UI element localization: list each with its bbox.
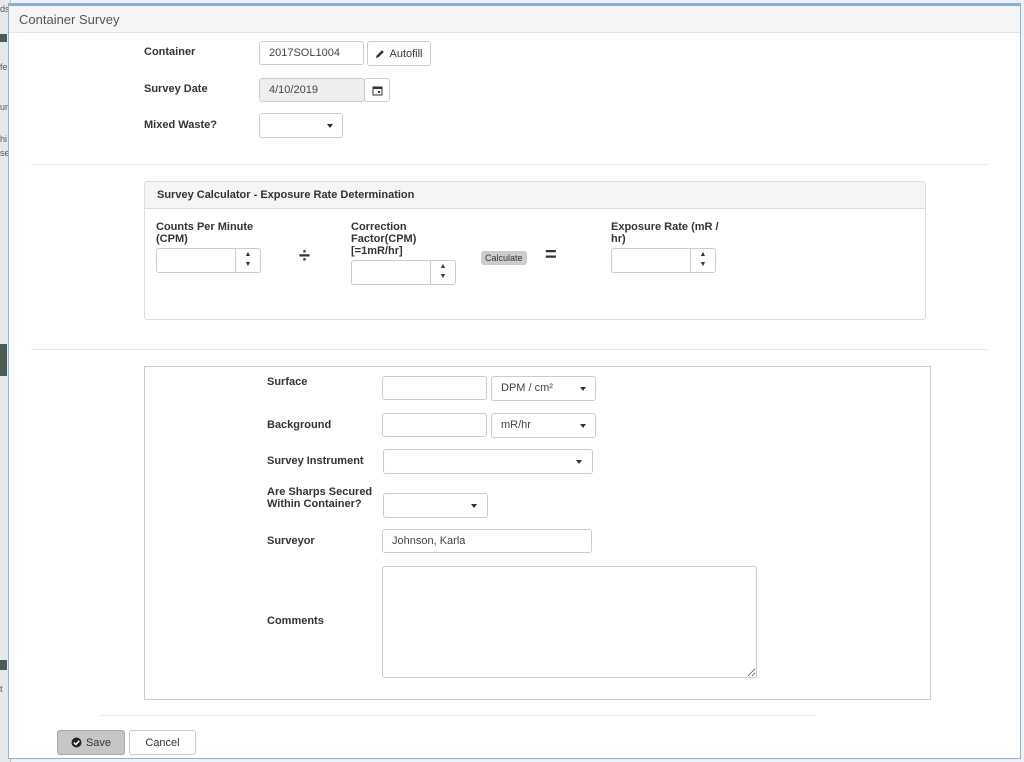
background-block: [0, 344, 7, 376]
background-text: t: [0, 684, 3, 694]
background-input[interactable]: [382, 413, 487, 437]
calculate-button[interactable]: Calculate: [481, 251, 527, 265]
surface-label: Surface: [267, 376, 308, 388]
cpm-label: Counts Per Minute (CPM): [156, 221, 254, 245]
dialog-title: Container Survey: [19, 12, 120, 27]
divider: [31, 349, 987, 350]
autofill-button[interactable]: Autofill: [367, 41, 431, 66]
survey-instrument-label: Survey Instrument: [267, 455, 364, 467]
survey-date-input[interactable]: 4/10/2019: [259, 78, 365, 102]
chevron-down-icon: [327, 124, 333, 128]
pencil-icon: [376, 49, 385, 58]
survey-calculator-panel: Survey Calculator - Exposure Rate Determ…: [144, 181, 926, 320]
comments-textarea[interactable]: [382, 566, 757, 678]
survey-date-label: Survey Date: [144, 83, 208, 95]
autofill-label: Autofill: [389, 47, 423, 60]
divider: [101, 715, 815, 716]
comments-label: Comments: [267, 615, 324, 627]
equals-icon: =: [545, 244, 557, 266]
save-label: Save: [85, 736, 112, 749]
survey-instrument-select[interactable]: [383, 449, 593, 474]
background-text: hi: [0, 134, 8, 144]
dialog-titlebar: Container Survey: [9, 6, 1020, 33]
chevron-down-icon: [576, 460, 582, 464]
surveyor-label: Surveyor: [267, 535, 315, 547]
background-block: [0, 34, 7, 42]
background-label: Background: [267, 419, 332, 431]
surface-input[interactable]: [382, 376, 487, 400]
divider: [31, 164, 987, 165]
correction-factor-label: Correction Factor(CPM) [=1mR/hr]: [351, 221, 417, 257]
panel-title: Survey Calculator - Exposure Rate Determ…: [157, 189, 415, 201]
chevron-down-icon: [580, 387, 586, 391]
panel-header: Survey Calculator - Exposure Rate Determ…: [145, 182, 925, 209]
exposure-rate-input[interactable]: ▲ ▼: [611, 248, 716, 273]
background-block: [0, 660, 7, 670]
correction-factor-input[interactable]: ▲ ▼: [351, 260, 456, 285]
mixed-waste-label: Mixed Waste?: [144, 119, 217, 131]
spinner[interactable]: ▲ ▼: [430, 261, 455, 285]
background-text: fe: [0, 62, 8, 72]
exposure-rate-label: Exposure Rate (mR / hr): [611, 221, 719, 245]
surveyor-input[interactable]: Johnson, Karla: [382, 529, 592, 553]
spinner[interactable]: ▲ ▼: [235, 249, 260, 273]
cpm-input[interactable]: ▲ ▼: [156, 248, 261, 273]
chevron-down-icon: [580, 424, 586, 428]
calendar-icon: [372, 86, 382, 95]
calendar-button[interactable]: [364, 78, 390, 102]
container-label: Container: [144, 46, 196, 58]
container-survey-dialog: Container Survey Container 2017SOL1004 A…: [8, 3, 1021, 759]
spinner[interactable]: ▲ ▼: [690, 249, 715, 273]
save-button[interactable]: Save: [57, 730, 125, 755]
chevron-down-icon: [471, 504, 477, 508]
check-circle-icon: [71, 737, 82, 748]
divide-icon: ÷: [299, 245, 310, 267]
sharps-label: Are Sharps Secured Within Container?: [267, 486, 373, 510]
background-text: ur: [0, 102, 9, 112]
container-input[interactable]: 2017SOL1004: [259, 41, 364, 65]
cancel-button[interactable]: Cancel: [129, 730, 196, 755]
